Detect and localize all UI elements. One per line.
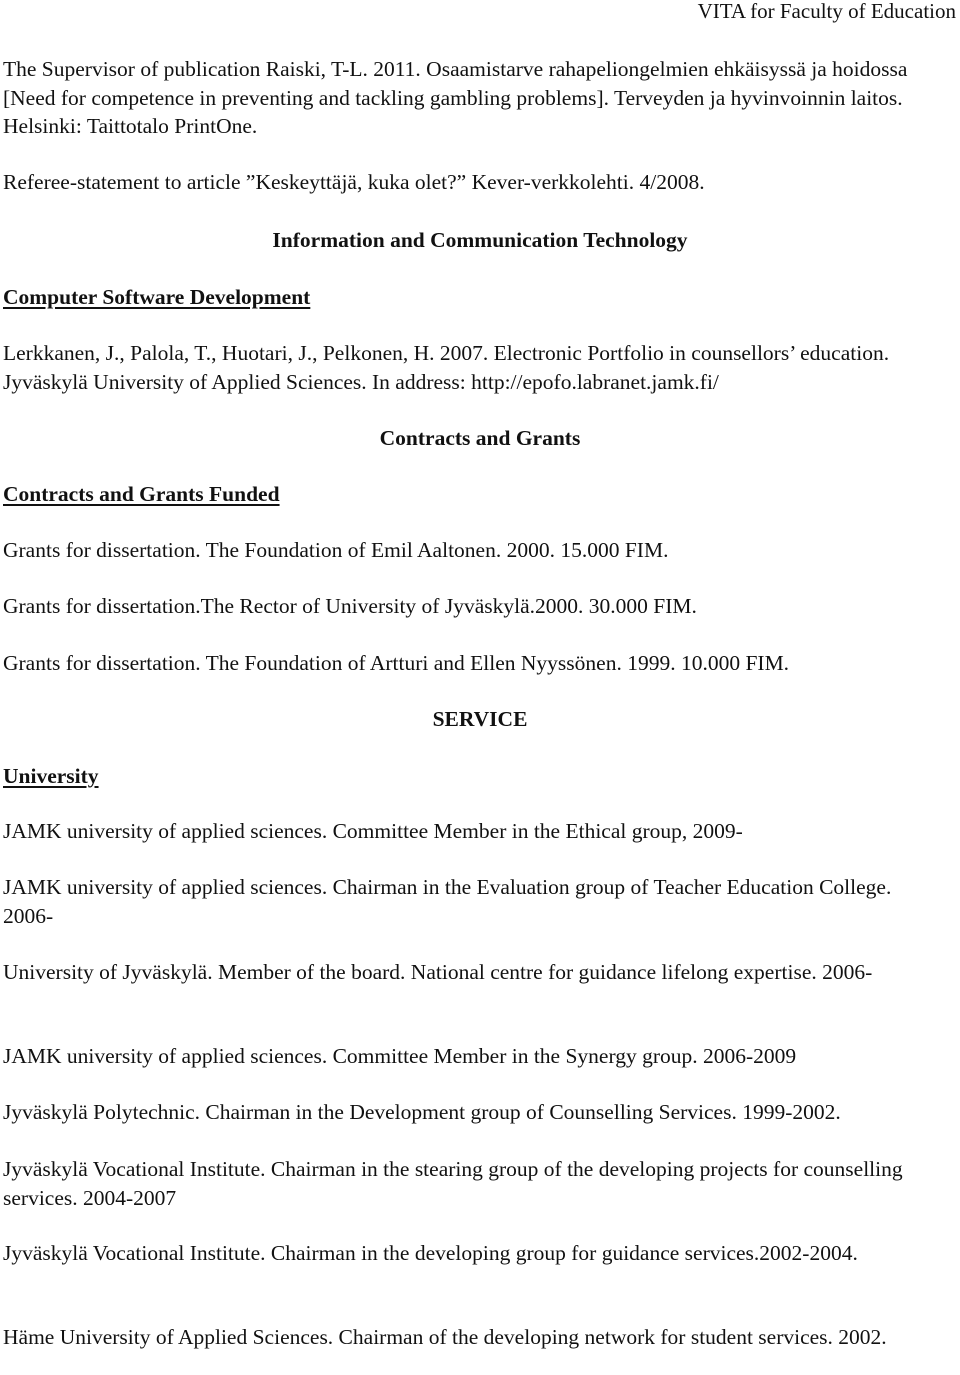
section-heading-ict: Information and Communication Technology bbox=[272, 228, 688, 252]
ict-entry: Lerkkanen, J., Palola, T., Huotari, J., … bbox=[3, 341, 890, 394]
service-entry: Häme University of Applied Sciences. Cha… bbox=[3, 1325, 887, 1349]
section-heading-service: SERVICE bbox=[432, 707, 528, 731]
grant-entry: Grants for dissertation. The Foundation … bbox=[3, 538, 669, 562]
service-entry: JAMK university of applied sciences. Cha… bbox=[3, 875, 892, 928]
publication-entry: Referee-statement to article ”Keskeyttäj… bbox=[3, 170, 705, 194]
service-entry: University of Jyväskylä. Member of the b… bbox=[3, 960, 873, 984]
service-entry: JAMK university of applied sciences. Com… bbox=[3, 819, 743, 843]
publication-entry: The Supervisor of publication Raiski, T-… bbox=[3, 57, 908, 138]
section-heading-contracts-and-grants: Contracts and Grants bbox=[379, 426, 581, 450]
grant-entry: Grants for dissertation. The Foundation … bbox=[3, 651, 790, 675]
subheading-university: University bbox=[3, 764, 99, 788]
service-entry: Jyväskylä Vocational Institute. Chairman… bbox=[3, 1241, 858, 1265]
subheading-contracts-and-grants-funded: Contracts and Grants Funded bbox=[3, 482, 280, 506]
service-entry: JAMK university of applied sciences. Com… bbox=[3, 1044, 797, 1068]
subheading-computer-software-development: Computer Software Development bbox=[3, 285, 311, 309]
grant-entry: Grants for dissertation.The Rector of Un… bbox=[3, 594, 697, 618]
service-entry: Jyväskylä Polytechnic. Chairman in the D… bbox=[3, 1100, 841, 1124]
running-header: VITA for Faculty of Education bbox=[697, 0, 956, 23]
service-entry: Jyväskylä Vocational Institute. Chairman… bbox=[3, 1157, 903, 1210]
